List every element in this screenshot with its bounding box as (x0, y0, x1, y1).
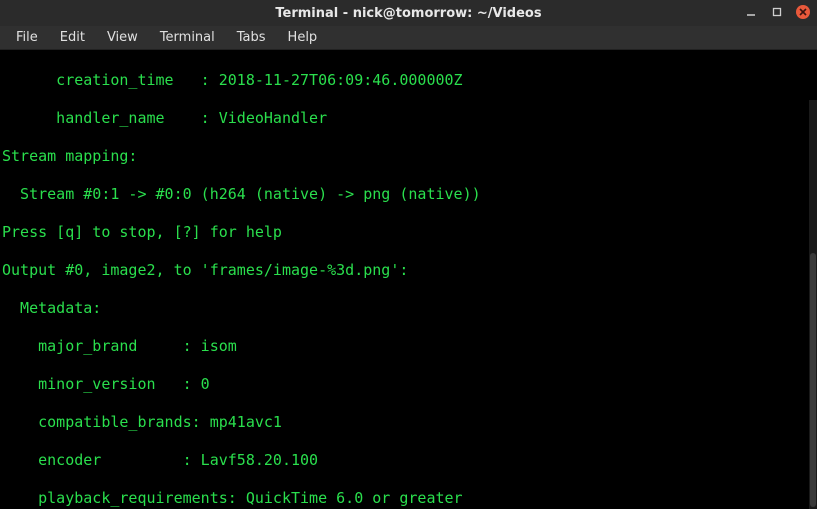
window-controls (743, 4, 811, 20)
output-line: Metadata: (2, 299, 817, 318)
close-button[interactable] (795, 4, 811, 20)
menu-file[interactable]: File (6, 28, 48, 47)
menu-edit[interactable]: Edit (50, 28, 95, 47)
output-line: encoder : Lavf58.20.100 (2, 451, 817, 470)
maximize-button[interactable] (769, 4, 785, 20)
window-title: Terminal - nick@tomorrow: ~/Videos (275, 6, 541, 21)
output-line: handler_name : VideoHandler (2, 109, 817, 128)
scrollbar[interactable] (809, 100, 817, 509)
menubar: File Edit View Terminal Tabs Help (0, 26, 817, 50)
output-line: minor_version : 0 (2, 375, 817, 394)
output-line: Press [q] to stop, [?] for help (2, 223, 817, 242)
minimize-button[interactable] (743, 4, 759, 20)
menu-terminal[interactable]: Terminal (150, 28, 225, 47)
output-line: playback_requirements: QuickTime 6.0 or … (2, 489, 817, 508)
menu-help[interactable]: Help (278, 28, 328, 47)
scrollbar-thumb[interactable] (810, 253, 816, 507)
output-line: compatible_brands: mp41avc1 (2, 413, 817, 432)
titlebar: Terminal - nick@tomorrow: ~/Videos (0, 0, 817, 26)
output-line: creation_time : 2018-11-27T06:09:46.0000… (2, 71, 817, 90)
menu-view[interactable]: View (97, 28, 148, 47)
terminal-output[interactable]: creation_time : 2018-11-27T06:09:46.0000… (0, 50, 817, 509)
output-line: Stream mapping: (2, 147, 817, 166)
menu-tabs[interactable]: Tabs (227, 28, 276, 47)
output-line: major_brand : isom (2, 337, 817, 356)
output-line: Output #0, image2, to 'frames/image-%3d.… (2, 261, 817, 280)
output-line: Stream #0:1 -> #0:0 (h264 (native) -> pn… (2, 185, 817, 204)
